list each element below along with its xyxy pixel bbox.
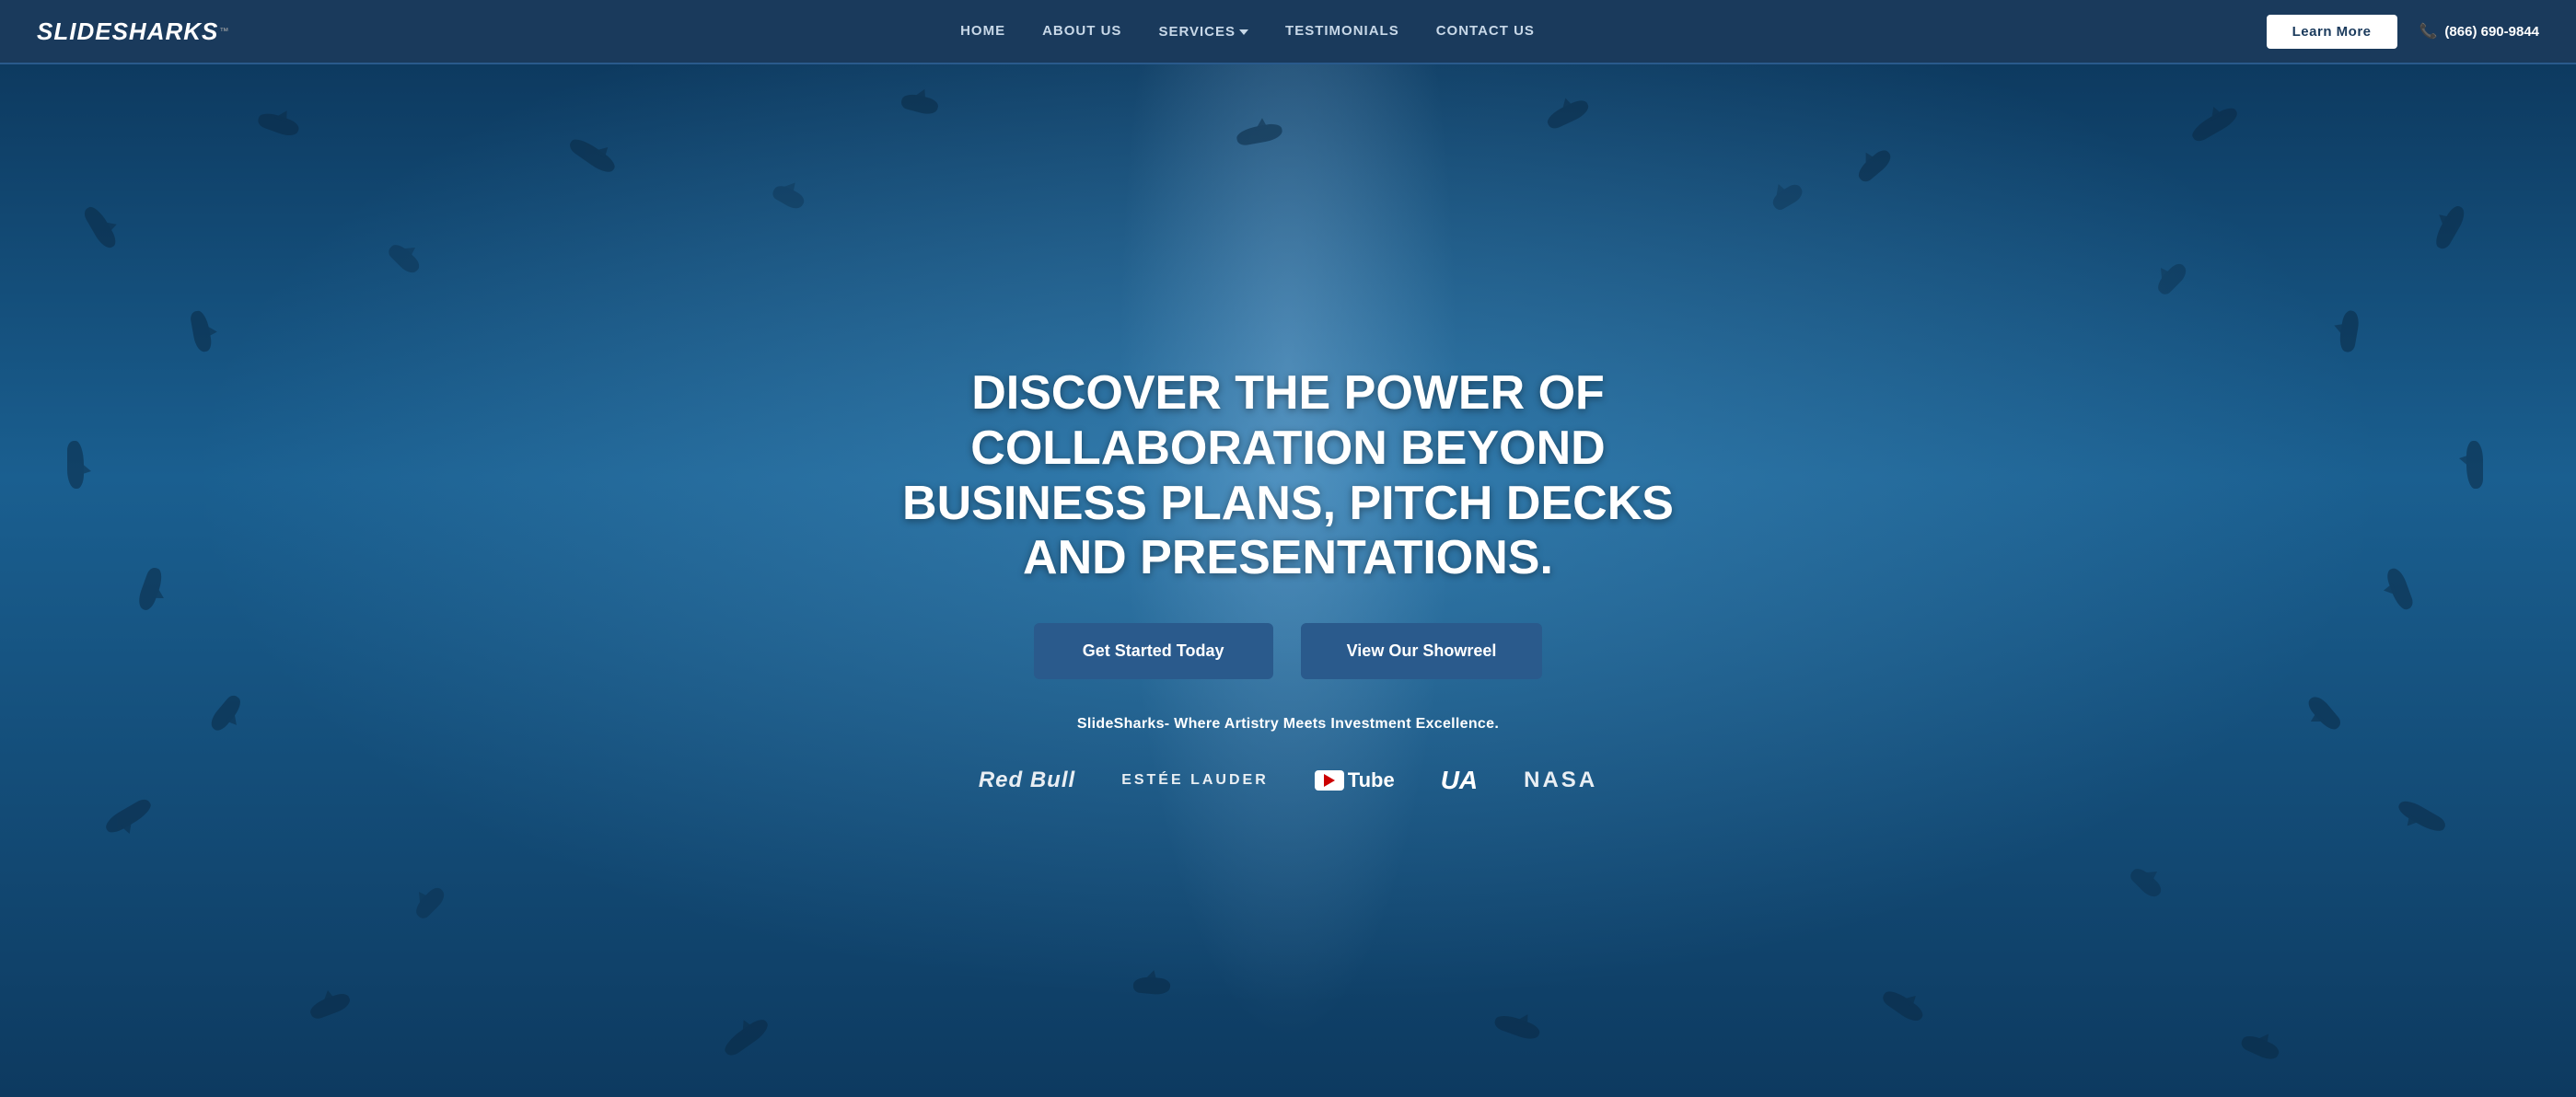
nav-links: HOME ABOUT US SERVICES TESTIMONIALS CONT… xyxy=(960,23,1535,40)
youtube-play-icon xyxy=(1315,770,1344,791)
learn-more-button[interactable]: Learn More xyxy=(2267,15,2397,49)
nav-right: Learn More 📞 (866) 690-9844 xyxy=(2267,15,2539,49)
chevron-down-icon xyxy=(1239,29,1248,35)
nav-item-home[interactable]: HOME xyxy=(960,23,1005,40)
brand-logos: Red Bull ESTÉE LAUDER Tube UA NASA xyxy=(892,766,1684,795)
view-showreel-button[interactable]: View Our Showreel xyxy=(1301,623,1543,679)
nav-link-about[interactable]: ABOUT US xyxy=(1042,23,1121,39)
nav-link-testimonials[interactable]: TESTIMONIALS xyxy=(1285,23,1399,39)
logo-slide: SLIDE xyxy=(37,17,112,46)
under-armour-logo: UA xyxy=(1441,766,1478,795)
nav-item-contact[interactable]: CONTACT US xyxy=(1436,23,1535,40)
logo-sharks: SHARKS xyxy=(112,17,219,46)
nasa-logo: NASA xyxy=(1524,768,1597,793)
estee-lauder-logo: ESTÉE LAUDER xyxy=(1121,772,1269,789)
phone-section: 📞 (866) 690-9844 xyxy=(2419,22,2540,40)
navbar: SLIDESHARKS™ HOME ABOUT US SERVICES TEST… xyxy=(0,0,2576,64)
hero-buttons: Get Started Today View Our Showreel xyxy=(892,623,1684,679)
youtube-triangle-icon xyxy=(1324,774,1335,787)
nav-link-home[interactable]: HOME xyxy=(960,23,1005,39)
youtube-text: Tube xyxy=(1348,768,1395,792)
nav-item-services[interactable]: SERVICES xyxy=(1158,24,1248,40)
hero-section: DISCOVER THE POWER OF COLLABORATION BEYO… xyxy=(0,64,2576,1097)
hero-content: DISCOVER THE POWER OF COLLABORATION BEYO… xyxy=(874,366,1702,795)
hero-tagline: SlideSharks- Where Artistry Meets Invest… xyxy=(892,716,1684,733)
phone-number: (866) 690-9844 xyxy=(2444,24,2539,40)
nav-link-services[interactable]: SERVICES xyxy=(1158,24,1248,40)
redbull-logo: Red Bull xyxy=(979,768,1075,793)
hero-title: DISCOVER THE POWER OF COLLABORATION BEYO… xyxy=(892,366,1684,586)
get-started-button[interactable]: Get Started Today xyxy=(1034,623,1273,679)
nav-item-testimonials[interactable]: TESTIMONIALS xyxy=(1285,23,1399,40)
logo-tm: ™ xyxy=(219,27,228,37)
nav-link-contact[interactable]: CONTACT US xyxy=(1436,23,1535,39)
phone-icon: 📞 xyxy=(2419,22,2438,40)
youtube-logo: Tube xyxy=(1315,768,1395,792)
logo[interactable]: SLIDESHARKS™ xyxy=(37,17,228,46)
nav-item-about[interactable]: ABOUT US xyxy=(1042,23,1121,40)
